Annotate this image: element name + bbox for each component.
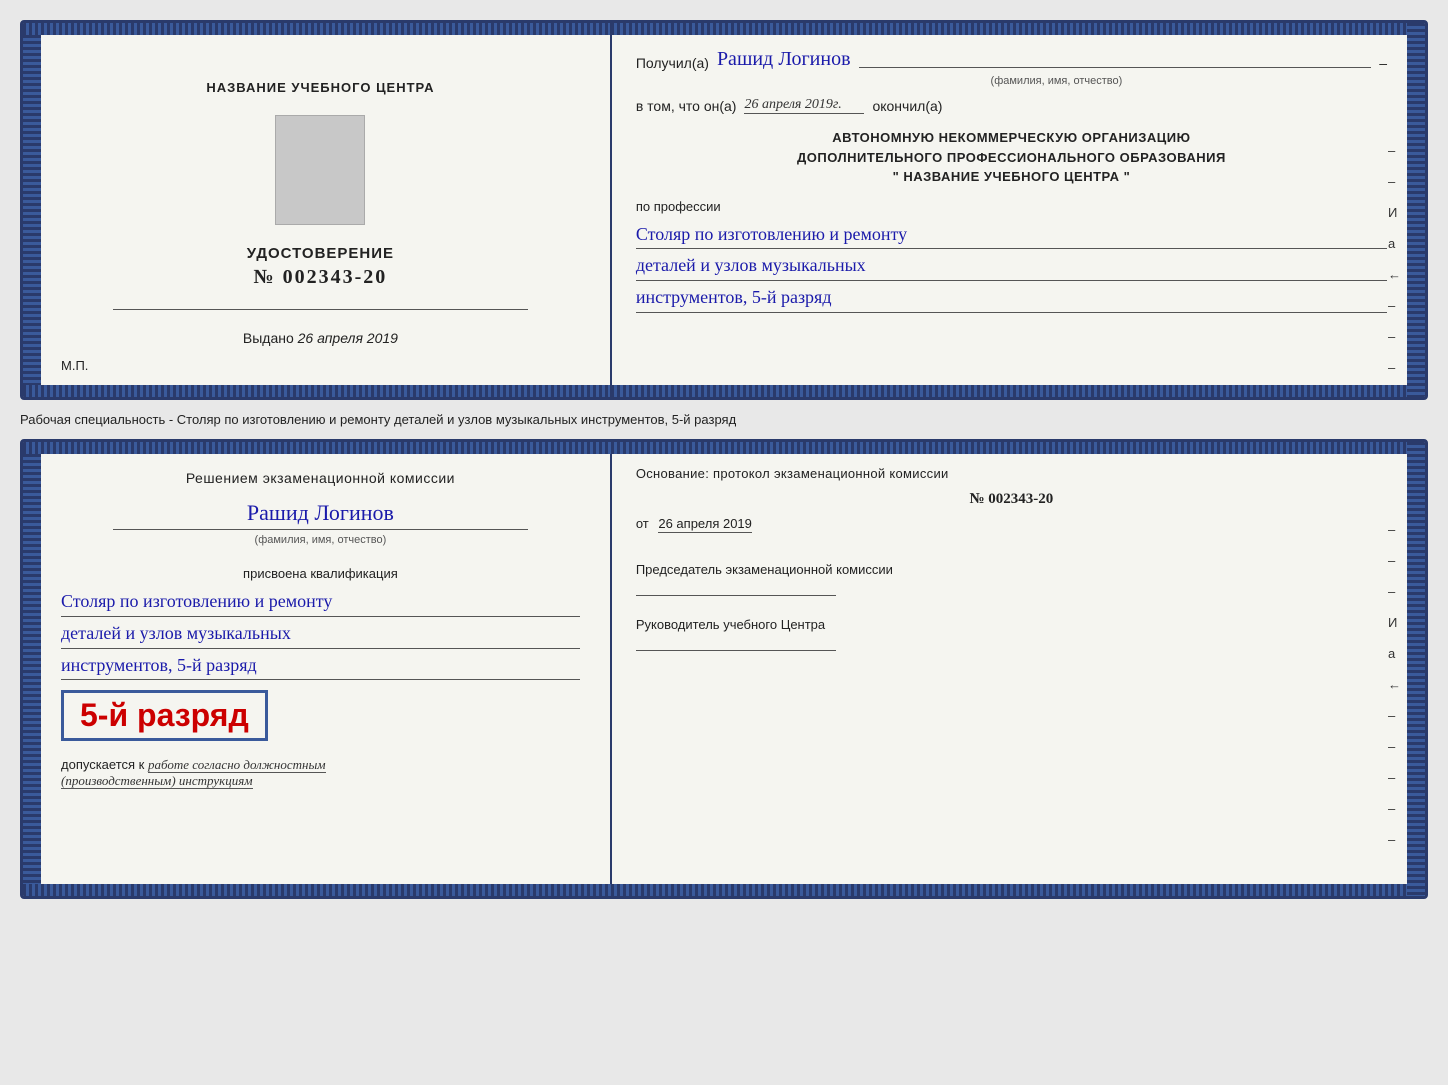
date-line: в том, что он(а) 26 апреля 2019г. окончи… [636, 97, 1387, 114]
bottom-document: Решением экзаменационной комиссии Рашид … [20, 439, 1428, 899]
received-label: Получил(а) [636, 55, 709, 71]
issued-date: 26 апреля 2019 [298, 330, 398, 346]
side-mark2-dash3: – [1388, 584, 1401, 599]
bottom-doc-top-border [23, 442, 1425, 454]
cert-number-prefix: № [254, 266, 276, 288]
photo-placeholder [275, 115, 365, 225]
cert-number: № 002343-20 [254, 266, 388, 289]
protocol-date-prefix: от [636, 516, 649, 531]
org-line2: ДОПОЛНИТЕЛЬНОГО ПРОФЕССИОНАЛЬНОГО ОБРАЗО… [636, 148, 1387, 168]
side-mark2-dash2: – [1388, 553, 1401, 568]
side-mark2-dash8: – [1388, 832, 1401, 847]
work-instruction: работе согласно должностным [148, 757, 326, 773]
qual-line1: Столяр по изготовлению и ремонту [61, 587, 580, 617]
org-block: АВТОНОМНУЮ НЕКОММЕРЧЕСКУЮ ОРГАНИЗАЦИЮ ДО… [636, 128, 1387, 187]
qual-line2: деталей и узлов музыкальных [61, 619, 580, 649]
side-mark-i: И [1388, 205, 1401, 220]
side-mark2-a: а [1388, 646, 1401, 661]
director-label: Руководитель учебного Центра [636, 616, 1387, 634]
issued-label: Выдано [243, 330, 294, 346]
side-mark-dash1: – [1388, 143, 1401, 158]
page-wrapper: НАЗВАНИЕ УЧЕБНОГО ЦЕНТРА УДОСТОВЕРЕНИЕ №… [20, 20, 1428, 899]
specialty-label-text: Рабочая специальность - Столяр по изгото… [20, 412, 736, 427]
bottom-doc-bottom-border [23, 884, 1425, 896]
side-mark2-dash6: – [1388, 770, 1401, 785]
director-label-text: Руководитель учебного Центра [636, 617, 825, 632]
grade-stamp: 5-й разряд [61, 690, 268, 741]
bottom-doc-right: Основание: протокол экзаменационной коми… [612, 442, 1425, 896]
side-mark-a: а [1388, 236, 1401, 251]
chairman-sig-line [636, 595, 836, 596]
chairman-label-text: Председатель экзаменационной комиссии [636, 562, 893, 577]
decision-label: Решением экзаменационной комиссии [61, 470, 580, 486]
protocol-date-value: 26 апреля 2019 [658, 516, 752, 533]
top-doc-left: НАЗВАНИЕ УЧЕБНОГО ЦЕНТРА УДОСТОВЕРЕНИЕ №… [23, 23, 612, 397]
profession-label: по профессии [636, 199, 1387, 214]
org-line3: " НАЗВАНИЕ УЧЕБНОГО ЦЕНТРА " [636, 167, 1387, 187]
side-mark-dash2: – [1388, 174, 1401, 189]
protocol-date-line: от 26 апреля 2019 [636, 516, 1387, 531]
org-line1: АВТОНОМНУЮ НЕКОММЕРЧЕСКУЮ ОРГАНИЗАЦИЮ [636, 128, 1387, 148]
decision-label-text: Решением экзаменационной комиссии [186, 470, 455, 486]
bottom-fio-sublabel: (фамилия, имя, отчество) [61, 534, 580, 546]
side-mark2-i: И [1388, 615, 1401, 630]
fio-sublabel-top: (фамилия, имя, отчество) [726, 75, 1387, 87]
допускается-label: допускается к [61, 757, 144, 772]
bottom-person-name: Рашид Логинов [247, 501, 394, 527]
grade-text: 5-й разряд [80, 697, 249, 733]
specialty-line: Рабочая специальность - Столяр по изгото… [20, 408, 1428, 431]
side-mark-arrow: ← [1388, 267, 1401, 282]
side-mark2-dash7: – [1388, 801, 1401, 816]
date-prefix: в том, что он(а) [636, 98, 737, 114]
side-mark-dash5: – [1388, 360, 1401, 375]
side-mark2-arrow: ← [1388, 677, 1401, 692]
side-mark-dash4: – [1388, 329, 1401, 344]
допускается-block: допускается к работе согласно должностны… [61, 757, 326, 789]
issued-line: Выдано 26 апреля 2019 [243, 330, 398, 346]
profession-line1: Столяр по изготовлению и ремонту [636, 220, 1387, 250]
date-value: 26 апреля 2019г. [744, 97, 864, 114]
side-mark2-dash1: – [1388, 522, 1401, 537]
bottom-doc-left: Решением экзаменационной комиссии Рашид … [23, 442, 612, 896]
top-doc-right: Получил(а) Рашид Логинов – (фамилия, имя… [612, 23, 1425, 397]
director-sig-line [636, 650, 836, 651]
mp-label: М.П. [61, 358, 88, 373]
top-document: НАЗВАНИЕ УЧЕБНОГО ЦЕНТРА УДОСТОВЕРЕНИЕ №… [20, 20, 1428, 400]
qual-line3: инструментов, 5-й разряд [61, 651, 580, 681]
side-mark-dash3: – [1388, 298, 1401, 313]
qualification-label: присвоена квалификация [61, 566, 580, 581]
side-mark2-dash4: – [1388, 708, 1401, 723]
production-instruction: (производственным) инструкциям [61, 773, 253, 789]
profession-line2: деталей и узлов музыкальных [636, 251, 1387, 281]
profession-line3: инструментов, 5-й разряд [636, 283, 1387, 313]
name-underline [859, 67, 1372, 68]
specialty-text: Рабочая специальность - Столяр по изгото… [20, 412, 736, 427]
recipient-name: Рашид Логинов [717, 47, 851, 71]
protocol-number: № 002343-20 [636, 491, 1387, 508]
cert-title: УДОСТОВЕРЕНИЕ [247, 245, 394, 262]
cert-number-value: 002343-20 [283, 266, 388, 288]
side-mark2-dash5: – [1388, 739, 1401, 754]
chairman-label: Председатель экзаменационной комиссии [636, 561, 1387, 579]
org-name-left: НАЗВАНИЕ УЧЕБНОГО ЦЕНТРА [206, 80, 434, 95]
basis-label: Основание: протокол экзаменационной коми… [636, 466, 1387, 481]
date-suffix: окончил(а) [872, 98, 942, 114]
